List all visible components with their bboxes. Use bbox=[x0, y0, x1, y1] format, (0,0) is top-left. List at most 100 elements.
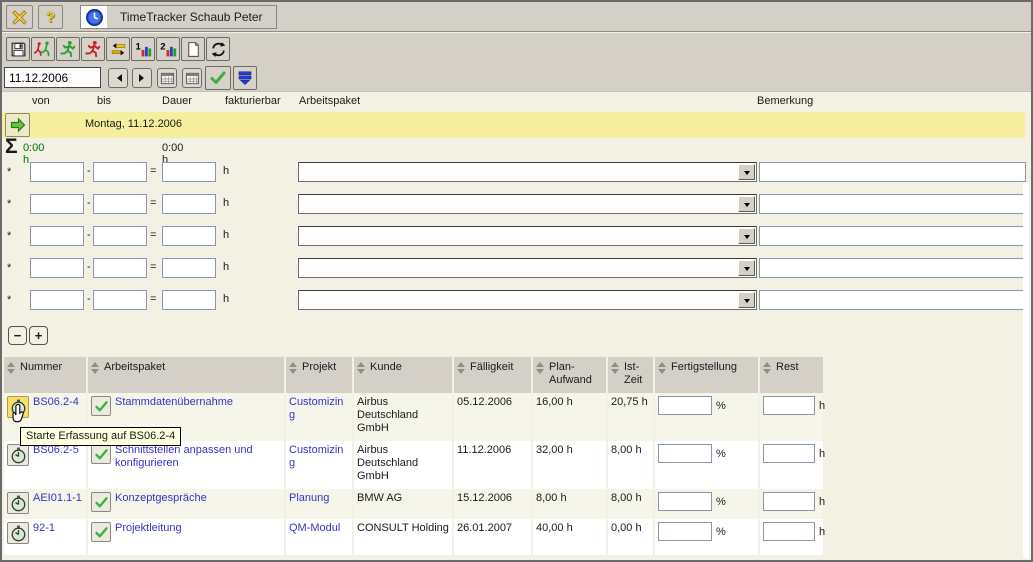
rest-input[interactable] bbox=[763, 396, 815, 415]
arrow-right-icon bbox=[139, 74, 148, 82]
combobox-dropdown-icon[interactable] bbox=[738, 292, 755, 308]
combobox-dropdown-icon[interactable] bbox=[738, 164, 755, 180]
col-label-bis: bis bbox=[97, 95, 111, 107]
save-button[interactable] bbox=[6, 37, 30, 61]
combobox-dropdown-icon[interactable] bbox=[738, 260, 755, 276]
header-ist-zeit[interactable]: Ist-Zeit bbox=[608, 357, 653, 393]
task-name-link[interactable]: Projektleitung bbox=[115, 522, 182, 535]
dauer-input[interactable] bbox=[162, 290, 216, 310]
svg-text:1: 1 bbox=[135, 41, 141, 52]
start-tracking-button[interactable] bbox=[56, 37, 80, 61]
add-row-button[interactable]: + bbox=[29, 326, 48, 345]
von-input[interactable] bbox=[30, 258, 84, 278]
complete-task-button[interactable] bbox=[91, 522, 111, 542]
task-number-link[interactable]: AEI01.1-1 bbox=[33, 492, 82, 505]
fertigstellung-input[interactable] bbox=[658, 396, 712, 415]
rest-input[interactable] bbox=[763, 522, 815, 541]
header-nummer[interactable]: Nummer bbox=[4, 357, 86, 393]
project-link[interactable]: Customizing bbox=[289, 444, 349, 470]
calendar-day-button[interactable] bbox=[157, 68, 177, 88]
next-day-button[interactable] bbox=[132, 68, 152, 88]
check-icon bbox=[94, 495, 109, 510]
bemerkung-input[interactable] bbox=[759, 194, 1026, 214]
report-1-button[interactable]: 1 bbox=[131, 37, 155, 61]
rest-input[interactable] bbox=[763, 492, 815, 511]
refresh-button[interactable] bbox=[206, 37, 230, 61]
rest-input[interactable] bbox=[763, 444, 815, 463]
complete-task-button[interactable] bbox=[91, 492, 111, 512]
dauer-input[interactable] bbox=[162, 194, 216, 214]
von-input[interactable] bbox=[30, 162, 84, 182]
remove-row-button[interactable]: − bbox=[8, 326, 27, 345]
calendar-week-button[interactable] bbox=[182, 68, 202, 88]
bemerkung-input[interactable] bbox=[759, 162, 1026, 182]
cell-rest: h bbox=[760, 519, 823, 555]
von-input[interactable] bbox=[30, 194, 84, 214]
switch-package-button[interactable] bbox=[106, 37, 130, 61]
load-day-button[interactable] bbox=[233, 66, 257, 90]
dauer-input[interactable] bbox=[162, 226, 216, 246]
header-plan-aufwand[interactable]: Plan-Aufwand bbox=[533, 357, 606, 393]
go-day-button[interactable] bbox=[5, 113, 30, 137]
task-number-link[interactable]: 92-1 bbox=[33, 522, 55, 535]
task-number-link[interactable]: BS06.2-4 bbox=[33, 396, 79, 409]
report-2-button[interactable]: 2 bbox=[156, 37, 180, 61]
dauer-input[interactable] bbox=[162, 162, 216, 182]
combobox-dropdown-icon[interactable] bbox=[738, 196, 755, 212]
bemerkung-input[interactable] bbox=[759, 226, 1026, 246]
arbeitspaket-combobox[interactable] bbox=[298, 162, 757, 182]
day-label: Montag, 11.12.2006 bbox=[85, 118, 182, 130]
row-marker: * bbox=[7, 294, 11, 306]
prev-day-button[interactable] bbox=[108, 68, 128, 88]
header-projekt[interactable]: Projekt bbox=[286, 357, 352, 393]
project-link[interactable]: Customizing bbox=[289, 396, 349, 422]
fertigstellung-input[interactable] bbox=[658, 444, 712, 463]
bis-input[interactable] bbox=[93, 162, 147, 182]
complete-task-button[interactable] bbox=[91, 396, 111, 416]
fertigstellung-input[interactable] bbox=[658, 522, 712, 541]
cell-projekt: Customizing bbox=[286, 393, 352, 441]
von-input[interactable] bbox=[30, 290, 84, 310]
header-faelligkeit[interactable]: Fälligkeit bbox=[454, 357, 531, 393]
bis-input[interactable] bbox=[93, 226, 147, 246]
date-input[interactable] bbox=[4, 67, 101, 88]
task-name-link[interactable]: Schnittstellen anpassen und konfiguriere… bbox=[115, 444, 281, 470]
arbeitspaket-combobox[interactable] bbox=[298, 258, 757, 278]
help-button[interactable]: ? bbox=[38, 5, 63, 29]
stopwatch-icon bbox=[10, 447, 27, 464]
close-button[interactable] bbox=[6, 5, 33, 29]
bis-input[interactable] bbox=[93, 258, 147, 278]
bemerkung-input[interactable] bbox=[759, 258, 1026, 278]
von-input[interactable] bbox=[30, 226, 84, 246]
sort-icon bbox=[536, 362, 544, 374]
arbeitspaket-combobox[interactable] bbox=[298, 290, 757, 310]
arbeitspaket-combobox[interactable] bbox=[298, 194, 757, 214]
fertigstellung-input[interactable] bbox=[658, 492, 712, 511]
start-timer-button[interactable] bbox=[7, 444, 29, 466]
complete-task-button[interactable] bbox=[91, 444, 111, 464]
app-title-button[interactable]: TimeTracker Schaub Peter bbox=[80, 5, 277, 29]
header-fertigstellung[interactable]: Fertigstellung bbox=[655, 357, 758, 393]
task-name-link[interactable]: Stammdatenübernahme bbox=[115, 396, 233, 409]
header-rest[interactable]: Rest bbox=[760, 357, 823, 393]
bis-input[interactable] bbox=[93, 290, 147, 310]
start-timer-button[interactable] bbox=[7, 492, 29, 514]
start-stop-toggle-button[interactable] bbox=[31, 37, 55, 61]
bemerkung-input[interactable] bbox=[759, 290, 1026, 310]
runner-red-icon bbox=[84, 40, 102, 58]
stop-tracking-button[interactable] bbox=[81, 37, 105, 61]
row-marker: * bbox=[7, 230, 11, 242]
task-name-link[interactable]: Konzeptgespräche bbox=[115, 492, 207, 505]
arbeitspaket-combobox[interactable] bbox=[298, 226, 757, 246]
header-arbeitspaket[interactable]: Arbeitspaket bbox=[88, 357, 284, 393]
confirm-date-button[interactable] bbox=[205, 66, 231, 90]
combobox-dropdown-icon[interactable] bbox=[738, 228, 755, 244]
project-link[interactable]: Planung bbox=[289, 492, 329, 505]
new-entry-button[interactable] bbox=[181, 37, 205, 61]
start-timer-button[interactable] bbox=[7, 522, 29, 544]
start-timer-button[interactable] bbox=[7, 396, 29, 418]
header-kunde[interactable]: Kunde bbox=[354, 357, 452, 393]
project-link[interactable]: QM-Modul bbox=[289, 522, 340, 535]
bis-input[interactable] bbox=[93, 194, 147, 214]
dauer-input[interactable] bbox=[162, 258, 216, 278]
